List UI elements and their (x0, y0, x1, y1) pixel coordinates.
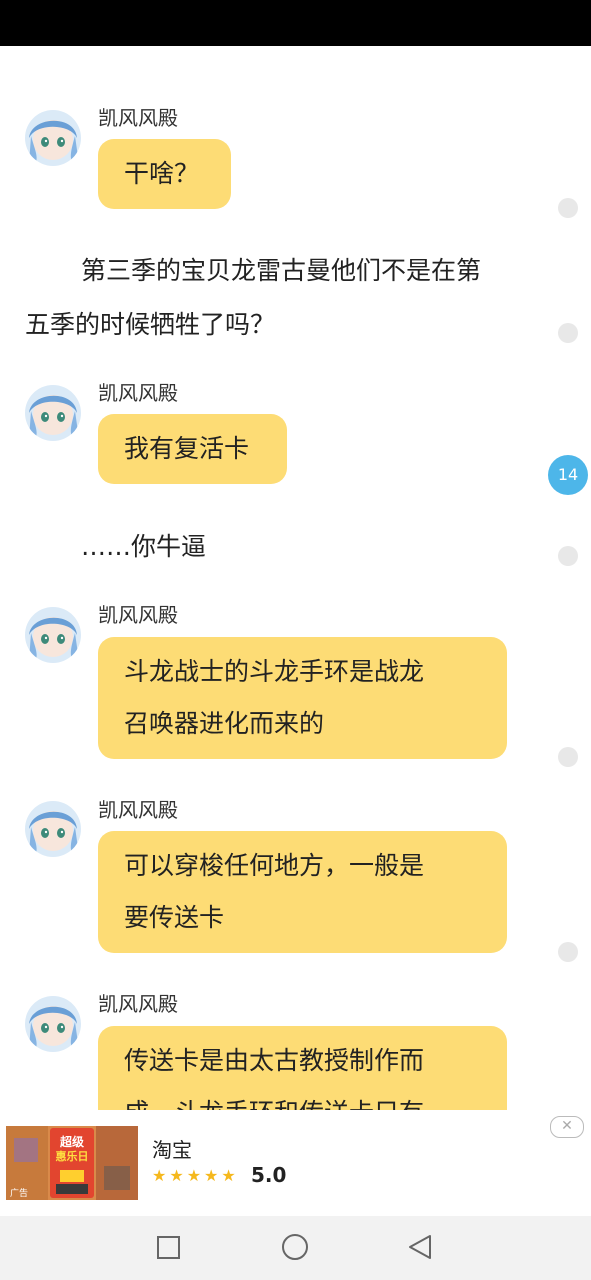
status-bar (0, 0, 591, 46)
ad-image-text: 超级 (59, 1134, 84, 1149)
message-line: 召唤器进化而来的 (124, 709, 325, 738)
ad-badge: 广告 (10, 1187, 28, 1199)
message-bubble: 我有复活卡 (98, 414, 287, 484)
avatar[interactable] (25, 110, 81, 166)
ad-rating-value: 5.0 (251, 1163, 287, 1187)
ad-title[interactable]: 淘宝 (152, 1134, 192, 1163)
message-bubble: 传送卡是由太古教授制作而 成，斗龙手环和传送卡只有 (98, 1026, 507, 1110)
sender-name: 凯风风殿 (98, 992, 178, 1016)
avatar[interactable] (25, 996, 81, 1052)
ad-banner[interactable]: 超级 惠乐日 广告 (0, 1110, 591, 1216)
message-line: 干啥？ (124, 159, 200, 188)
message-bubble: 可以穿梭任何地方，一般是 要传送卡 (98, 831, 507, 953)
chat-content[interactable]: 凯风风殿 干啥？ 第三季的宝贝龙雷古曼他们不是在第 五季的时候牺牲了吗？ 凯风风… (0, 46, 591, 1110)
paragraph-comment-dot[interactable] (558, 546, 578, 566)
ad-image[interactable]: 超级 惠乐日 广告 (6, 1126, 138, 1200)
paragraph-comment-dot[interactable] (558, 747, 578, 767)
message-bubble: 斗龙战士的斗龙手环是战龙 召唤器进化而来的 (98, 637, 507, 759)
paragraph-comment-dot[interactable] (558, 942, 578, 962)
message-bubble: 干啥？ (98, 139, 231, 209)
comment-count-badge[interactable]: 14 (548, 455, 588, 495)
message-line: 传送卡是由太古教授制作而 (124, 1046, 425, 1075)
ad-close-button[interactable]: ✕ (550, 1116, 584, 1138)
sender-name: 凯风风殿 (98, 798, 178, 822)
sender-name: 凯风风殿 (98, 106, 178, 130)
narration-line: 五季的时候牺牲了吗？ (25, 310, 276, 339)
message-line: 我有复活卡 (124, 434, 250, 463)
avatar[interactable] (25, 385, 81, 441)
avatar[interactable] (25, 607, 81, 663)
home-icon[interactable] (282, 1234, 308, 1260)
narration-text: 第三季的宝贝龙雷古曼他们不是在第 五季的时候牺牲了吗？ (25, 244, 545, 352)
ad-rating-stars: ★★★★★ (152, 1166, 239, 1185)
ad-image-text: 惠乐日 (56, 1149, 89, 1163)
sender-name: 凯风风殿 (98, 603, 178, 627)
paragraph-comment-dot[interactable] (558, 323, 578, 343)
paragraph-comment-dot[interactable] (558, 198, 578, 218)
sender-name: 凯风风殿 (98, 381, 178, 405)
message-line: 成，斗龙手环和传送卡只有 (124, 1087, 481, 1110)
navigation-bar (0, 1216, 591, 1280)
back-icon[interactable] (409, 1235, 431, 1259)
narration-line: ……你牛逼 (81, 532, 207, 561)
message-line: 要传送卡 (124, 903, 225, 932)
message-line: 斗龙战士的斗龙手环是战龙 (124, 657, 425, 686)
narration-line: 第三季的宝贝龙雷古曼他们不是在第 (81, 256, 482, 285)
message-line: 可以穿梭任何地方，一般是 (124, 851, 425, 880)
narration-text: ……你牛逼 (25, 520, 545, 574)
avatar[interactable] (25, 801, 81, 857)
recent-apps-icon[interactable] (157, 1236, 180, 1259)
